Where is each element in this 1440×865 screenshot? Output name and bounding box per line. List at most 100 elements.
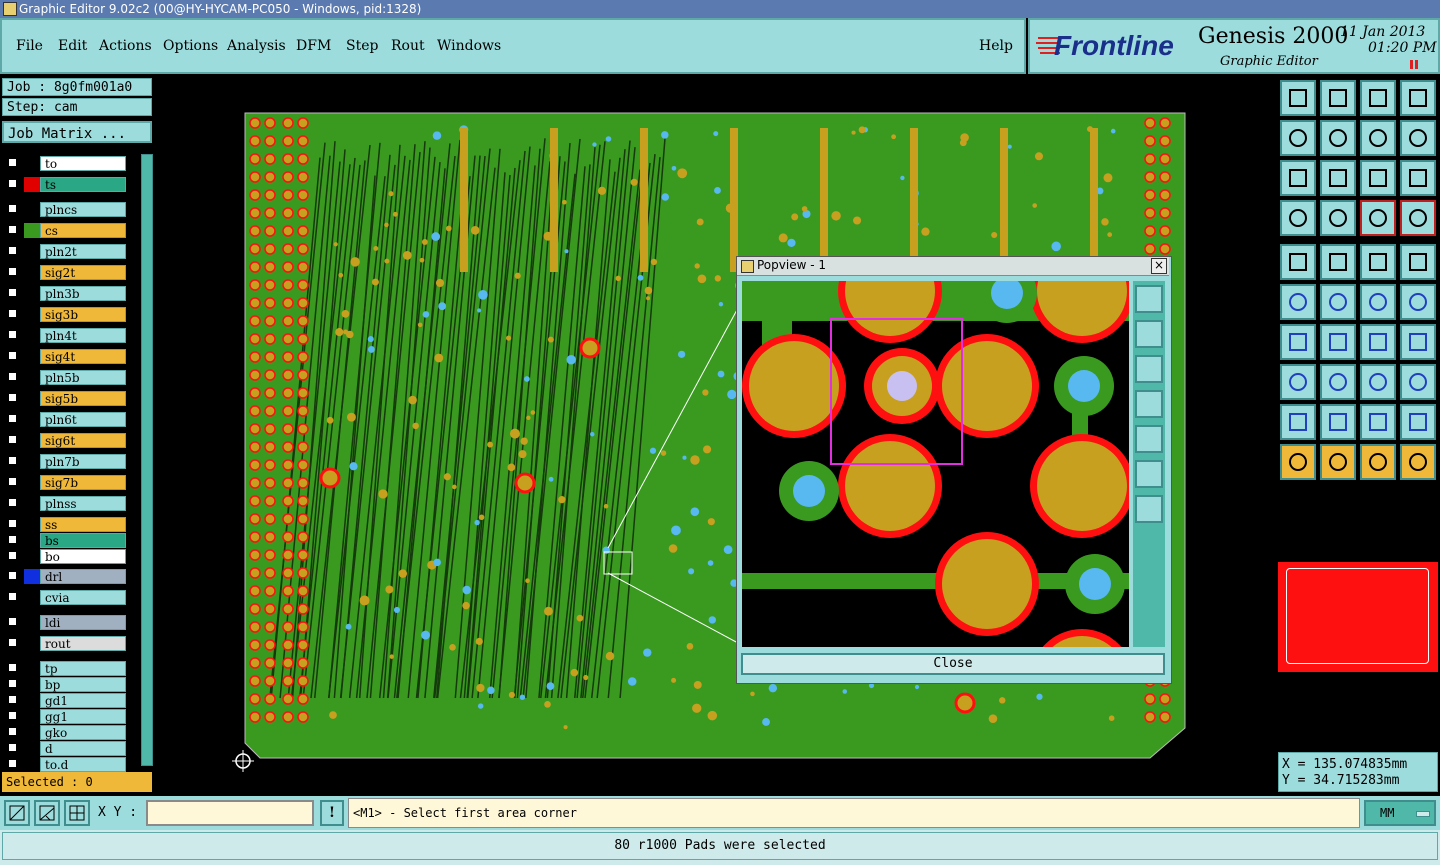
ruler-icon[interactable]: [1360, 244, 1396, 280]
arc-blue-icon[interactable]: [1320, 404, 1356, 440]
fit-icon[interactable]: [1280, 160, 1316, 196]
layer-row-sig7b[interactable]: sig7b: [4, 475, 126, 490]
layer-checkbox[interactable]: [8, 638, 17, 647]
layer-checkbox[interactable]: [8, 477, 17, 486]
layer-checkbox[interactable]: [8, 711, 17, 720]
popview-zoom-view[interactable]: [742, 281, 1129, 647]
xy-input[interactable]: [146, 800, 314, 826]
layer-row-to-d[interactable]: to.d: [4, 757, 126, 772]
layer-row-to[interactable]: to: [4, 156, 126, 171]
zoom-window-icon[interactable]: [1400, 80, 1436, 116]
layer-checkbox[interactable]: [8, 759, 17, 768]
menu-edit[interactable]: Edit: [58, 38, 87, 54]
layer-row-sig4t[interactable]: sig4t: [4, 349, 126, 364]
grid-toggle-icon[interactable]: [1320, 200, 1356, 236]
select-net-icon[interactable]: [1400, 444, 1436, 480]
layer-row-pln4t[interactable]: pln4t: [4, 328, 126, 343]
slash-icon[interactable]: [1320, 324, 1356, 360]
cross-icon[interactable]: [1320, 284, 1356, 320]
layer-checkbox[interactable]: [8, 330, 17, 339]
pointer-mode-icon[interactable]: [1280, 244, 1316, 280]
popview-fit-icon[interactable]: [1135, 460, 1163, 488]
popview-home-icon[interactable]: [1135, 320, 1163, 348]
line-end-icon[interactable]: [1400, 284, 1436, 320]
layer-row-pln7b[interactable]: pln7b: [4, 454, 126, 469]
select-pointer-icon[interactable]: [1280, 444, 1316, 480]
measure-button[interactable]: [34, 800, 60, 826]
home-icon[interactable]: [1360, 80, 1396, 116]
layer-checkbox[interactable]: [8, 288, 17, 297]
layer-checkbox[interactable]: [8, 679, 17, 688]
dot-pad-icon[interactable]: [1400, 244, 1436, 280]
zoom-home-icon[interactable]: [1280, 80, 1316, 116]
fiducial-icon[interactable]: [1400, 324, 1436, 360]
layer-row-pln5b[interactable]: pln5b: [4, 370, 126, 385]
layer-scrollbar[interactable]: [141, 154, 153, 766]
layer-row-sig2t[interactable]: sig2t: [4, 265, 126, 280]
layer-row-sig5b[interactable]: sig5b: [4, 391, 126, 406]
layer-row-drl[interactable]: drl: [4, 569, 126, 584]
layer-checkbox[interactable]: [8, 351, 17, 360]
zoom-in-icon[interactable]: [1320, 80, 1356, 116]
layer-checkbox[interactable]: [8, 519, 17, 528]
layer-checkbox[interactable]: [8, 456, 17, 465]
layer-row-ss[interactable]: ss: [4, 517, 126, 532]
alert-icon[interactable]: !: [320, 800, 344, 826]
pad-add-icon[interactable]: [1280, 364, 1316, 400]
layer-checkbox[interactable]: [8, 179, 17, 188]
arc-dual-icon[interactable]: [1400, 404, 1436, 440]
snap-button[interactable]: [4, 800, 30, 826]
layer-checkbox[interactable]: [8, 727, 17, 736]
layer-checkbox[interactable]: [8, 695, 17, 704]
layer-row-ts[interactable]: ts: [4, 177, 126, 192]
menu-actions[interactable]: Actions: [99, 38, 152, 54]
layer-row-pln6t[interactable]: pln6t: [4, 412, 126, 427]
layer-checkbox[interactable]: [8, 435, 17, 444]
layer-row-tp[interactable]: tp: [4, 661, 126, 676]
zoom-area-icon[interactable]: [1400, 160, 1436, 196]
layer-checkbox[interactable]: [8, 204, 17, 213]
grid-button[interactable]: [64, 800, 90, 826]
arc-green-icon[interactable]: [1280, 404, 1316, 440]
units-dropdown[interactable]: MM: [1364, 800, 1436, 826]
layer-checkbox[interactable]: [8, 372, 17, 381]
layer-row-bp[interactable]: bp: [4, 677, 126, 692]
line-tool-icon[interactable]: [1360, 284, 1396, 320]
popview-left-icon[interactable]: [1135, 390, 1163, 418]
shape-icon[interactable]: [1400, 364, 1436, 400]
layer-checkbox[interactable]: [8, 309, 17, 318]
select-rect-icon[interactable]: [1320, 444, 1356, 480]
angle-icon[interactable]: [1280, 324, 1316, 360]
popview-close-icon[interactable]: ×: [1151, 258, 1167, 274]
layer-row-rout[interactable]: rout: [4, 636, 126, 651]
layer-row-sig3b[interactable]: sig3b: [4, 307, 126, 322]
popview-zoom-icon[interactable]: [1135, 285, 1163, 313]
layer-row-ldi[interactable]: ldi: [4, 615, 126, 630]
layer-row-d[interactable]: d: [4, 741, 126, 756]
menu-help[interactable]: Help: [979, 38, 1013, 54]
menu-options[interactable]: Options: [163, 38, 218, 54]
layer-checkbox[interactable]: [8, 498, 17, 507]
popview-close-button[interactable]: Close: [741, 653, 1165, 675]
center-icon[interactable]: [1320, 160, 1356, 196]
popview-right-icon[interactable]: [1135, 425, 1163, 453]
layer-checkbox[interactable]: [8, 551, 17, 560]
menu-rout[interactable]: Rout: [391, 38, 425, 54]
layer-view-a-icon[interactable]: [1360, 200, 1396, 236]
measure-mode-icon[interactable]: [1320, 244, 1356, 280]
layer-row-pln2t[interactable]: pln2t: [4, 244, 126, 259]
dimension-icon[interactable]: [1360, 364, 1396, 400]
arc-icon[interactable]: [1360, 324, 1396, 360]
layer-checkbox[interactable]: [8, 592, 17, 601]
layer-row-cs[interactable]: cs: [4, 223, 126, 238]
layer-row-bs[interactable]: bs: [4, 533, 126, 548]
layer-row-gg1[interactable]: gg1: [4, 709, 126, 724]
pan-right-icon[interactable]: [1320, 120, 1356, 156]
job-matrix-button[interactable]: Job Matrix ...: [2, 121, 152, 143]
layer-checkbox[interactable]: [8, 267, 17, 276]
arc-red-icon[interactable]: [1360, 404, 1396, 440]
select-arrow-icon[interactable]: [1360, 444, 1396, 480]
menu-step[interactable]: Step: [346, 38, 378, 54]
layer-checkbox[interactable]: [8, 414, 17, 423]
menu-dfm[interactable]: DFM: [296, 38, 331, 54]
